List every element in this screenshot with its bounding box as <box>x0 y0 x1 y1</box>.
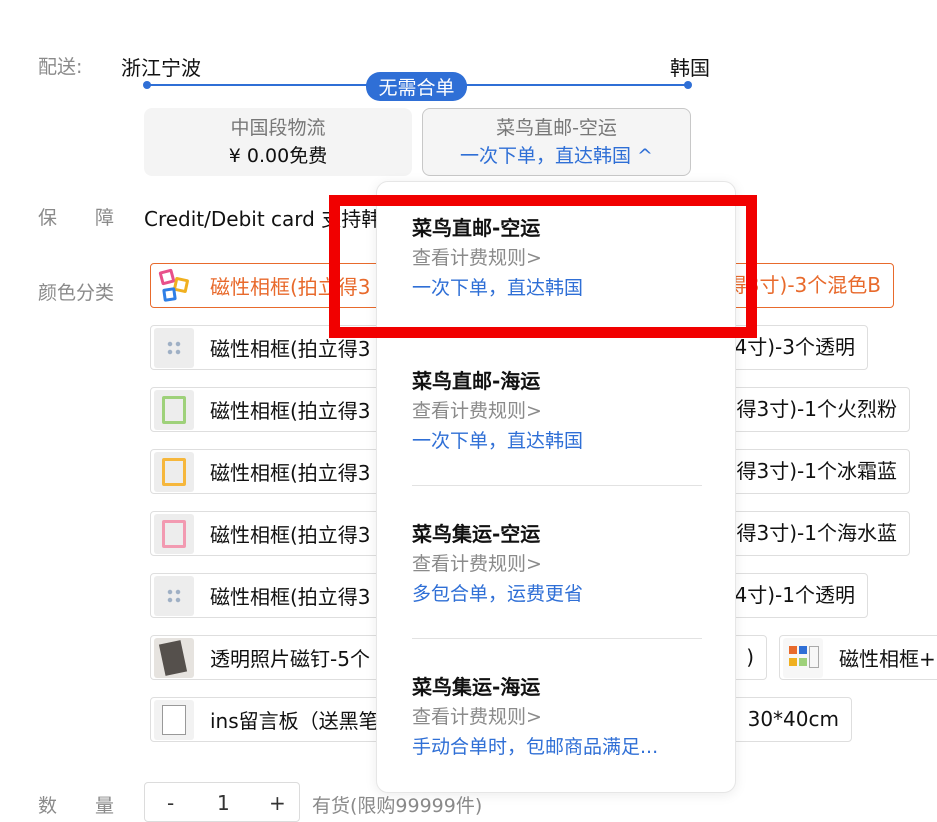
option-divider <box>412 485 702 486</box>
shipping-method-title: 菜鸟直邮-空运 <box>496 117 617 139</box>
variant-thumbnail <box>154 637 194 678</box>
option-name: 菜鸟直邮-海运 <box>412 369 541 393</box>
variant-label-tail: ) <box>746 645 754 669</box>
shipping-label: 配送: <box>38 56 83 78</box>
variant-thumbnail <box>154 451 194 492</box>
option-divider <box>412 638 702 639</box>
variant-label-tail: 得3寸)-1个火烈粉 <box>736 397 897 421</box>
variant-thumbnail <box>154 389 194 430</box>
guarantee-label: 保 障 <box>38 207 115 229</box>
color-category-label: 颜色分类 <box>38 282 115 304</box>
quantity-plus-button[interactable]: + <box>269 791 286 815</box>
option-description: 手动合单时，包邮商品满足... <box>412 736 659 758</box>
variant-thumbnail <box>783 637 823 678</box>
variant-option[interactable]: 磁性相框+ <box>779 635 937 680</box>
variant-thumbnail <box>154 513 194 554</box>
variant-label: 磁性相框+ <box>839 647 936 671</box>
option-description: 多包合单，运费更省 <box>412 583 584 605</box>
variant-thumbnail <box>154 265 194 306</box>
china-logistics-option[interactable]: 中国段物流 ¥ 0.00免费 <box>144 108 412 176</box>
shipping-option-cainiao-consolidated-sea[interactable]: 菜鸟集运-海运 查看计费规则> 手动合单时，包邮商品满足... <box>412 672 702 762</box>
stock-status: 有货(限购99999件) <box>312 795 483 817</box>
shipping-method-subtitle: 一次下单，直达韩国 ^ <box>460 145 653 167</box>
variant-thumbnail <box>154 699 194 740</box>
shipping-option-cainiao-consolidated-air[interactable]: 菜鸟集运-空运 查看计费规则> 多包合单，运费更省 <box>412 519 702 609</box>
quantity-value[interactable]: 1 <box>217 791 230 815</box>
variant-label: 磁性相框(拍立得3 <box>210 585 371 609</box>
view-fee-rules-link[interactable]: 查看计费规则> <box>412 549 702 579</box>
variant-label-tail: 4寸)-1个透明 <box>734 583 855 607</box>
shipping-origin: 浙江宁波 <box>121 56 201 80</box>
variant-label: 磁性相框(拍立得3 <box>210 461 371 485</box>
china-logistics-title: 中国段物流 <box>230 117 326 139</box>
variant-thumbnail <box>154 575 194 616</box>
no-merge-badge: 无需合单 <box>366 72 467 101</box>
shipping-option-cainiao-direct-sea[interactable]: 菜鸟直邮-海运 查看计费规则> 一次下单，直达韩国 <box>412 366 702 456</box>
quantity-stepper[interactable]: - 1 + <box>144 782 300 822</box>
variant-label-tail: 得3寸)-1个冰霜蓝 <box>736 459 897 483</box>
variant-thumbnail <box>154 327 194 368</box>
route-end-dot <box>684 81 692 89</box>
shipping-method-selector[interactable]: 菜鸟直邮-空运 一次下单，直达韩国 ^ <box>422 108 691 176</box>
option-description: 一次下单，直达韩国 <box>412 430 584 452</box>
quantity-minus-button[interactable]: - <box>167 791 174 815</box>
variant-label: 磁性相框(拍立得3 <box>210 523 371 547</box>
highlight-box <box>329 195 757 338</box>
option-name: 菜鸟集运-海运 <box>412 675 541 699</box>
quantity-label: 数 量 <box>38 795 115 817</box>
china-logistics-price: ¥ 0.00免费 <box>228 145 328 167</box>
variant-label: 透明照片磁钉-5个 <box>210 647 370 671</box>
variant-label-tail: 30*40cm <box>747 707 839 731</box>
variant-label: ins留言板（送黑笔 <box>210 709 379 733</box>
route-start-dot <box>143 81 151 89</box>
view-fee-rules-link[interactable]: 查看计费规则> <box>412 702 702 732</box>
view-fee-rules-link[interactable]: 查看计费规则> <box>412 396 702 426</box>
shipping-destination: 韩国 <box>670 56 710 80</box>
option-name: 菜鸟集运-空运 <box>412 522 541 546</box>
variant-label: 磁性相框(拍立得3 <box>210 399 371 423</box>
variant-label-tail: 得3寸)-1个海水蓝 <box>736 521 897 545</box>
